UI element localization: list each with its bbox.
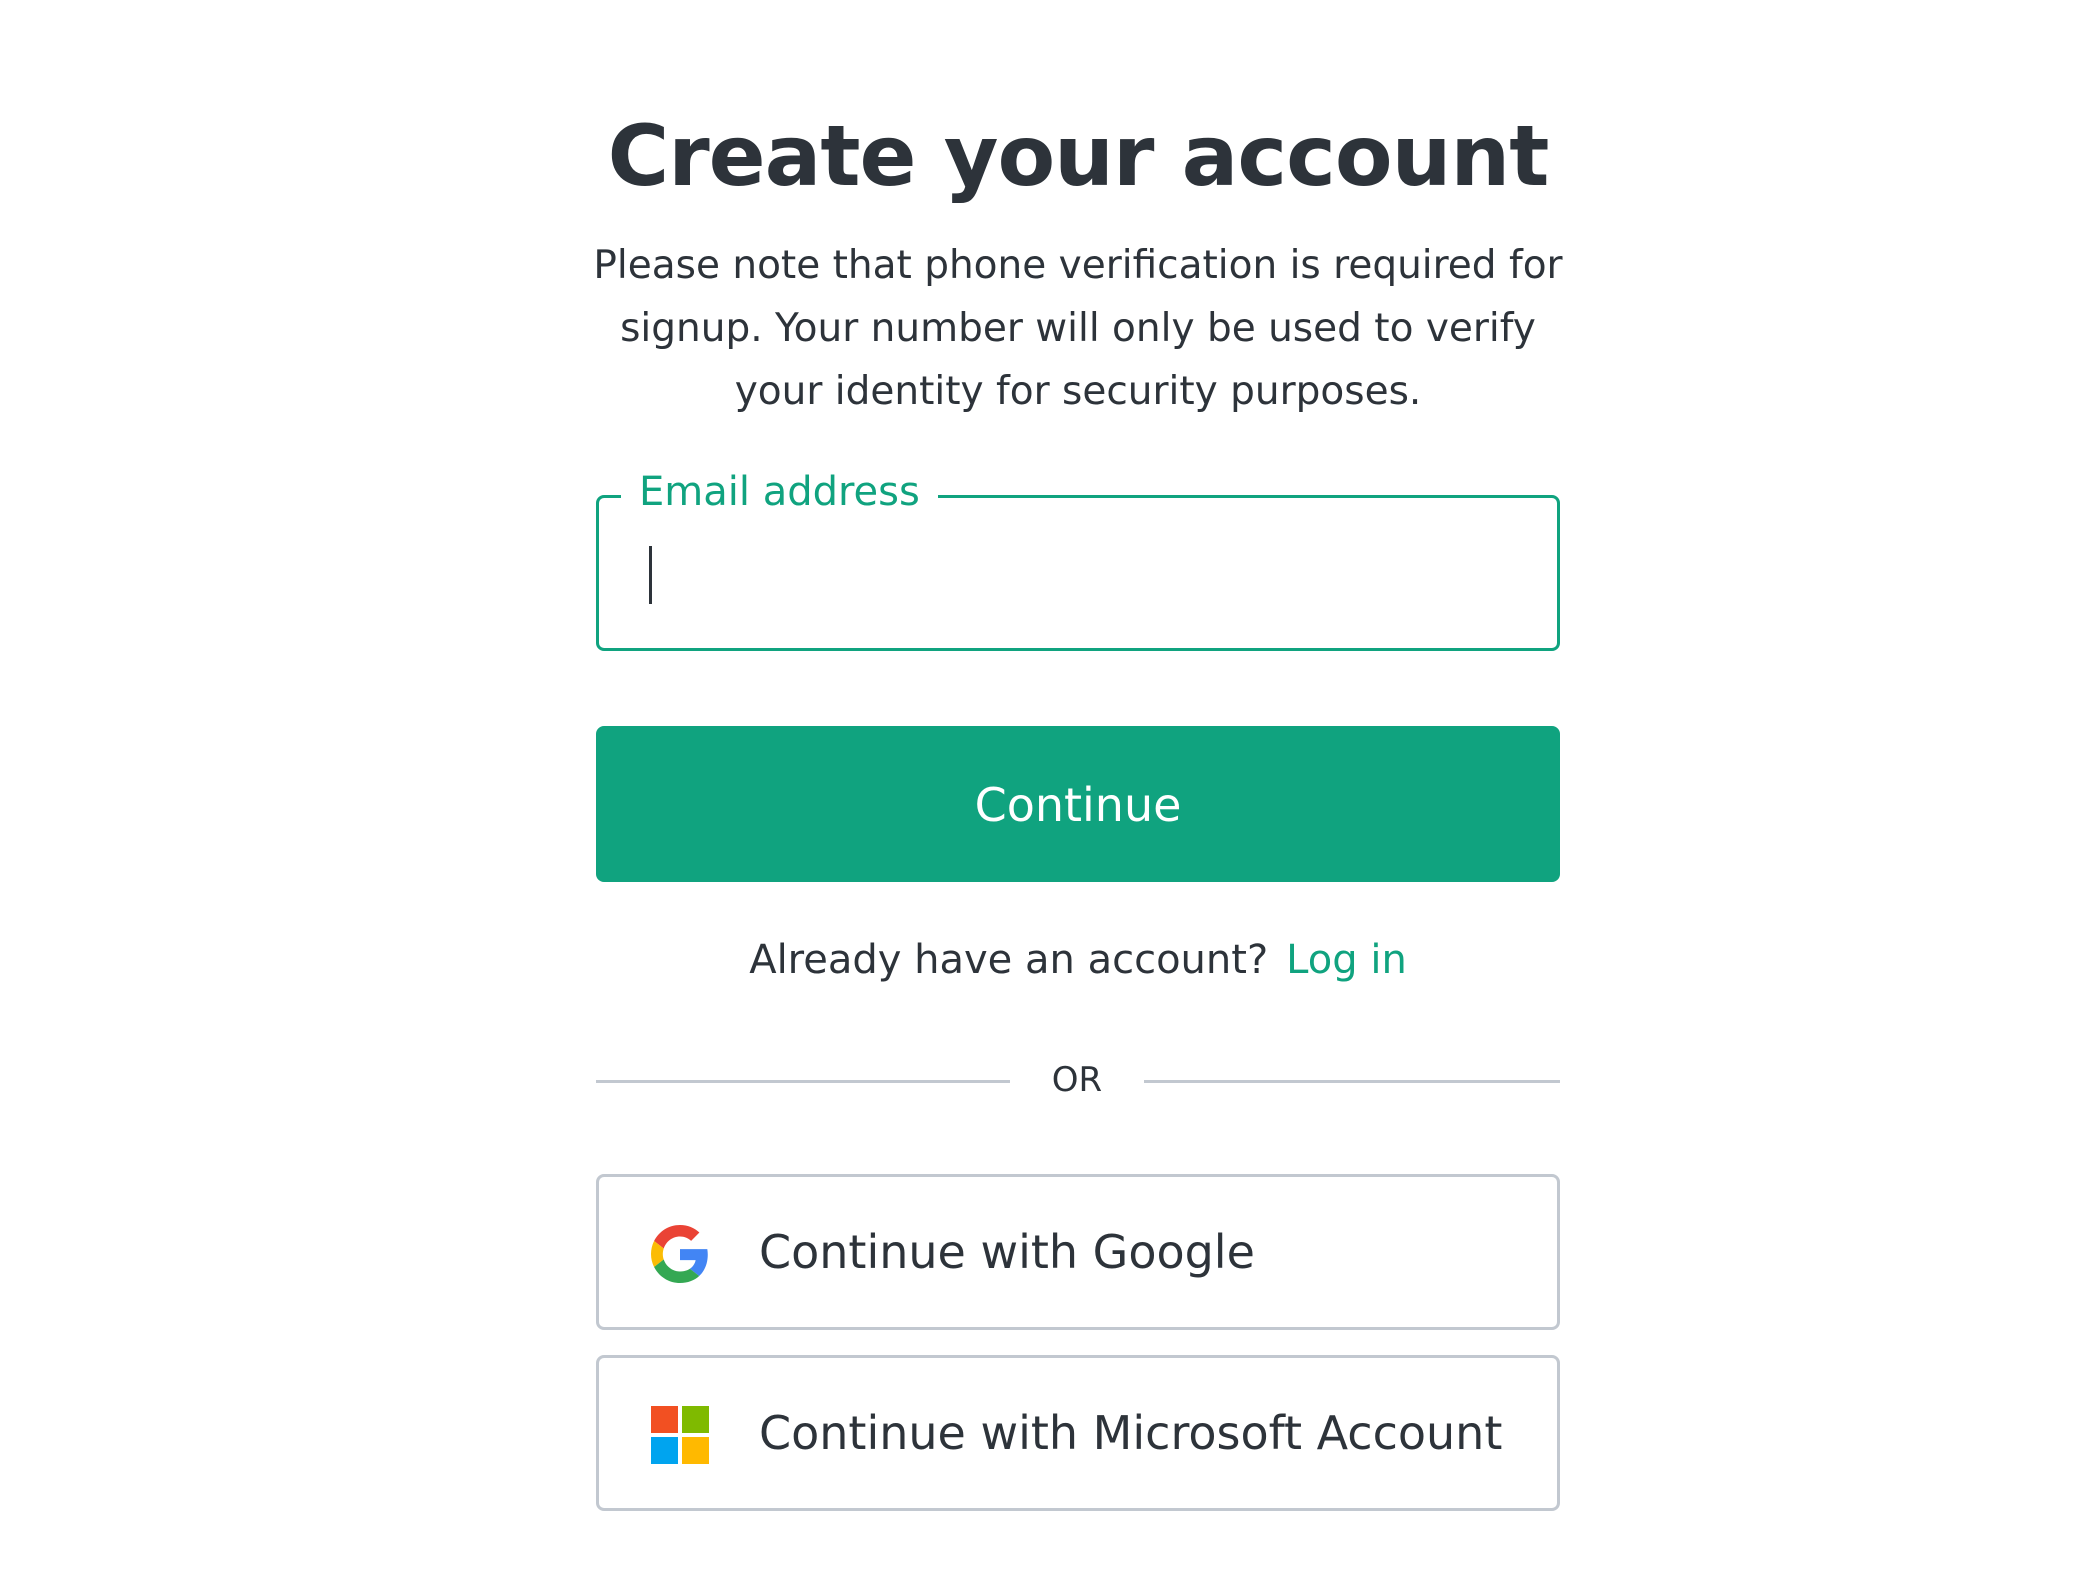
divider-line-left — [596, 1080, 1010, 1083]
google-icon — [651, 1225, 709, 1283]
continue-with-microsoft-button[interactable]: Continue with Microsoft Account — [596, 1355, 1560, 1511]
login-prompt-text: Already have an account? — [749, 937, 1269, 983]
continue-with-google-button[interactable]: Continue with Google — [596, 1174, 1560, 1330]
or-divider: OR — [596, 1052, 1560, 1108]
email-field[interactable]: Email address — [596, 462, 1560, 651]
login-prompt: Already have an account? Log in — [596, 930, 1560, 990]
login-link[interactable]: Log in — [1286, 937, 1407, 983]
text-caret — [649, 546, 652, 604]
microsoft-button-label: Continue with Microsoft Account — [759, 1406, 1503, 1460]
divider-line-right — [1144, 1080, 1560, 1083]
microsoft-icon — [651, 1406, 709, 1464]
email-input[interactable] — [643, 538, 1513, 608]
email-field-label: Email address — [621, 462, 938, 522]
page-title: Create your account — [607, 107, 1550, 205]
continue-button[interactable]: Continue — [596, 726, 1560, 882]
google-button-label: Continue with Google — [759, 1225, 1255, 1279]
page-subtitle: Please note that phone verification is r… — [593, 243, 1563, 414]
divider-label: OR — [1051, 1060, 1103, 1100]
